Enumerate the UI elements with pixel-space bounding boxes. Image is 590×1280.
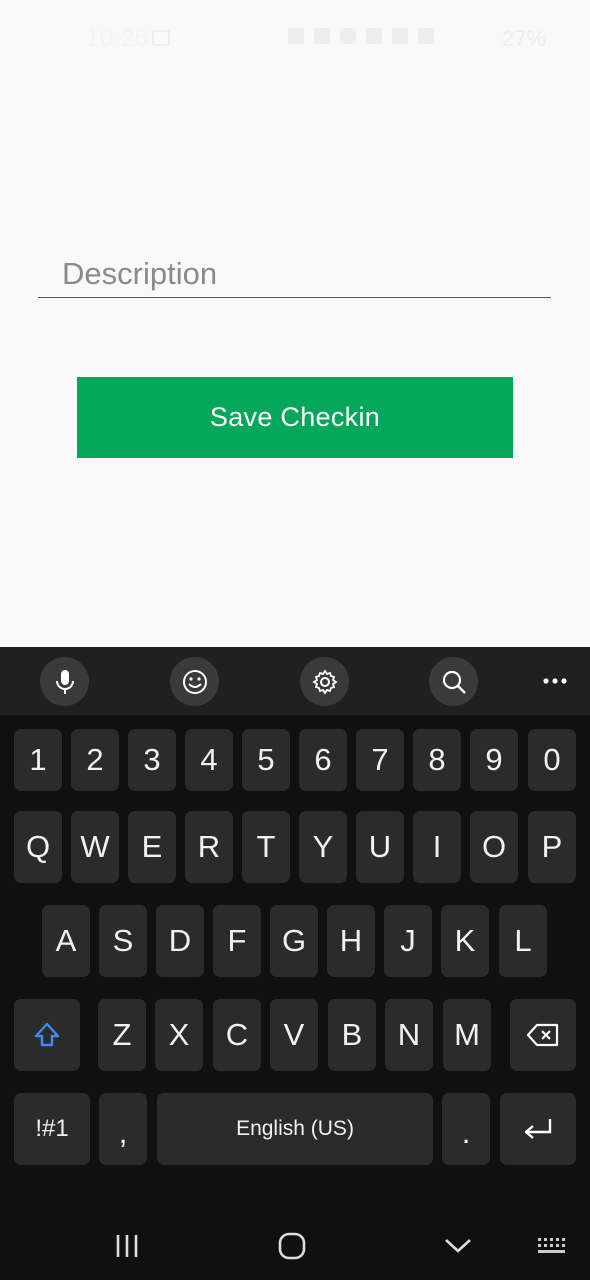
backspace-key[interactable] [510, 999, 576, 1071]
key-2[interactable]: 2 [71, 729, 119, 791]
shift-icon [34, 1022, 60, 1047]
key-u[interactable]: U [356, 811, 404, 883]
shift-key[interactable] [14, 999, 80, 1071]
key-a[interactable]: A [42, 905, 90, 977]
microphone-icon[interactable] [40, 657, 89, 706]
key-y[interactable]: Y [299, 811, 347, 883]
key-x[interactable]: X [155, 999, 203, 1071]
key-icon [314, 28, 330, 44]
key-3[interactable]: 3 [128, 729, 176, 791]
backspace-icon [526, 1023, 559, 1047]
key-d[interactable]: D [156, 905, 204, 977]
notification-icon [288, 28, 304, 44]
save-checkin-button[interactable]: Save Checkin [77, 377, 513, 458]
key-t[interactable]: T [242, 811, 290, 883]
key-r[interactable]: R [185, 811, 233, 883]
key-5[interactable]: 5 [242, 729, 290, 791]
key-l[interactable]: L [499, 905, 547, 977]
keyboard-toolbar [0, 647, 590, 715]
description-input[interactable] [38, 250, 551, 298]
key-6[interactable]: 6 [299, 729, 347, 791]
key-b[interactable]: B [328, 999, 376, 1071]
key-k[interactable]: K [441, 905, 489, 977]
more-icon[interactable] [536, 661, 574, 701]
key-f[interactable]: F [213, 905, 261, 977]
key-w[interactable]: W [71, 811, 119, 883]
battery-level: 27% [502, 26, 547, 51]
signal-icon-2 [418, 28, 434, 44]
wifi-icon [366, 28, 382, 44]
search-icon[interactable] [429, 657, 478, 706]
symbols-key[interactable]: !#1 [14, 1093, 90, 1165]
hide-keyboard-button[interactable] [440, 1224, 476, 1268]
enter-icon [524, 1119, 552, 1139]
key-g[interactable]: G [270, 905, 318, 977]
key-h[interactable]: H [327, 905, 375, 977]
key-9[interactable]: 9 [470, 729, 518, 791]
status-time: 10:26 [86, 25, 149, 52]
comma-key[interactable]: , [99, 1093, 147, 1165]
space-key[interactable]: English (US) [157, 1093, 433, 1165]
key-4[interactable]: 4 [185, 729, 233, 791]
key-j[interactable]: J [384, 905, 432, 977]
key-c[interactable]: C [213, 999, 261, 1071]
key-e[interactable]: E [128, 811, 176, 883]
key-m[interactable]: M [443, 999, 491, 1071]
key-q[interactable]: Q [14, 811, 62, 883]
keyboard-switch-button[interactable] [534, 1224, 570, 1268]
key-o[interactable]: O [470, 811, 518, 883]
key-0[interactable]: 0 [528, 729, 576, 791]
key-v[interactable]: V [270, 999, 318, 1071]
navigation-bar [0, 1210, 590, 1280]
chevron-down-icon [445, 1239, 471, 1253]
key-8[interactable]: 8 [413, 729, 461, 791]
emoji-icon[interactable] [170, 657, 219, 706]
status-bar: 10:26 27% [0, 0, 590, 80]
recent-apps-button[interactable] [110, 1224, 144, 1268]
key-s[interactable]: S [99, 905, 147, 977]
period-key[interactable]: . [442, 1093, 490, 1165]
calendar-icon [152, 30, 170, 46]
on-screen-keyboard: 1 2 3 4 5 6 7 8 9 0 Q W E R T Y U I O P … [0, 647, 590, 1280]
key-n[interactable]: N [385, 999, 433, 1071]
key-i[interactable]: I [413, 811, 461, 883]
signal-icon [392, 28, 408, 44]
keyboard-icon [538, 1238, 565, 1253]
key-z[interactable]: Z [98, 999, 146, 1071]
recent-apps-icon [116, 1235, 138, 1257]
status-icons [288, 28, 434, 44]
home-button[interactable] [275, 1224, 309, 1268]
home-icon [278, 1232, 306, 1260]
key-1[interactable]: 1 [14, 729, 62, 791]
enter-key[interactable] [500, 1093, 576, 1165]
settings-icon[interactable] [300, 657, 349, 706]
key-p[interactable]: P [528, 811, 576, 883]
location-icon [340, 28, 356, 44]
key-7[interactable]: 7 [356, 729, 404, 791]
